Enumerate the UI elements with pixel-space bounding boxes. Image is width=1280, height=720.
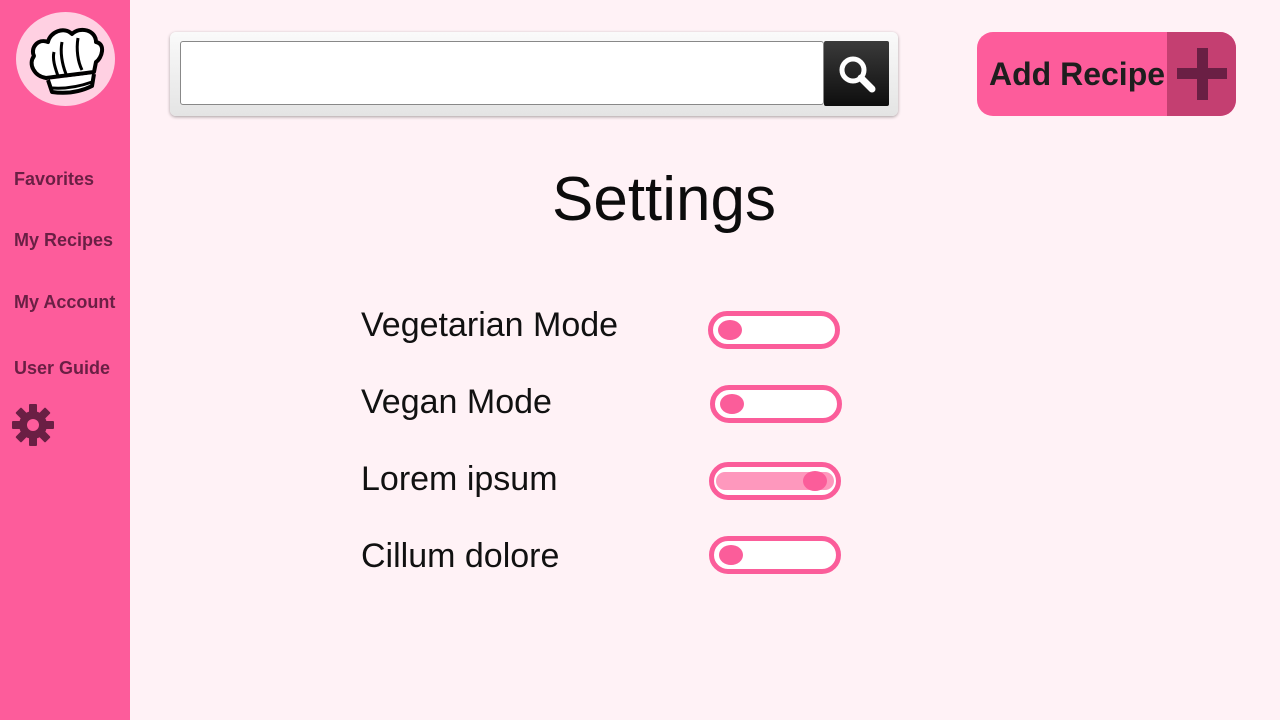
toggle-vegetarian-mode[interactable] [708, 311, 840, 349]
setting-label-vegetarian-mode: Vegetarian Mode [361, 306, 619, 344]
search-button[interactable] [824, 41, 889, 106]
toggle-lorem-ipsum[interactable] [709, 462, 841, 500]
toggle-knob [718, 320, 742, 340]
sidebar: Favorites My Recipes My Account User Gui… [0, 0, 130, 720]
sidebar-item-favorites[interactable]: Favorites [14, 169, 94, 190]
settings-nav-button[interactable] [11, 403, 55, 447]
setting-label-lorem-ipsum: Lorem ipsum [361, 460, 558, 498]
sidebar-item-user-guide[interactable]: User Guide [14, 358, 110, 379]
toggle-knob [803, 471, 827, 491]
chef-hat-icon [29, 27, 104, 95]
plus-icon [1177, 48, 1227, 100]
sidebar-item-my-recipes[interactable]: My Recipes [14, 230, 113, 251]
search-icon [839, 56, 876, 93]
toggle-knob [720, 394, 744, 414]
search-bar [170, 32, 898, 116]
page-title: Settings [551, 165, 777, 234]
add-recipe-button[interactable]: Add Recipe [977, 32, 1236, 116]
toggle-knob [719, 545, 743, 565]
toggle-cillum-dolore[interactable] [709, 536, 841, 574]
sidebar-item-my-account[interactable]: My Account [14, 292, 115, 313]
add-recipe-label: Add Recipe [989, 56, 1166, 92]
toggle-vegan-mode[interactable] [710, 385, 842, 423]
logo[interactable] [16, 12, 115, 106]
setting-label-vegan-mode: Vegan Mode [361, 383, 552, 421]
add-recipe-icon-box [1167, 32, 1236, 116]
setting-label-cillum-dolore: Cillum dolore [361, 537, 560, 575]
search-input[interactable] [180, 41, 824, 105]
gear-icon [12, 404, 54, 446]
